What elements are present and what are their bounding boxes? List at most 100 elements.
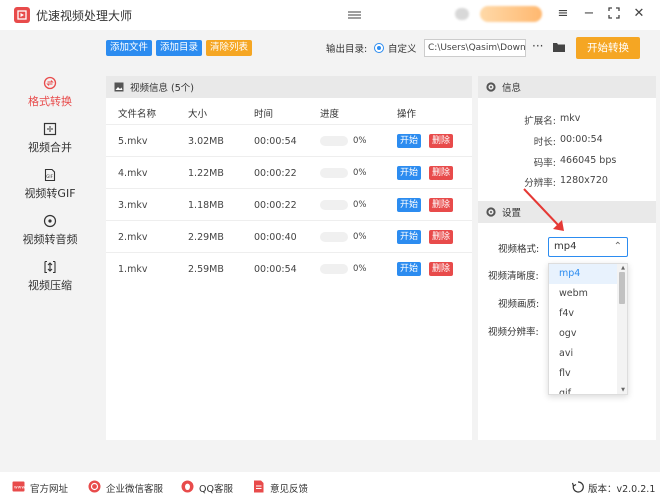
add-file-button[interactable]: 添加文件: [106, 40, 153, 56]
scroll-up-icon[interactable]: ▲: [621, 265, 625, 271]
table-header: 文件名称 大小 时间 进度 操作: [106, 98, 472, 124]
row-start-button[interactable]: 开始: [397, 166, 422, 180]
sidebar-item-label: 视频转GIF: [24, 187, 76, 200]
title-bar: 优速视频处理大师 ≡ − ✕: [0, 0, 660, 30]
table-row: 3.mkv 1.18MB 00:00:22 0% 开始 删除: [106, 188, 472, 220]
table-body: 5.mkv 3.02MB 00:00:54 0% 开始 删除 4.mkv 1.22MB 00:0…: [106, 124, 472, 284]
row-delete-button[interactable]: 删除: [429, 262, 454, 276]
row-delete-button[interactable]: 删除: [429, 134, 454, 148]
image-icon: [114, 82, 124, 92]
file-duration: 00:00:54: [254, 264, 297, 275]
close-icon[interactable]: ✕: [632, 7, 646, 21]
file-name: 1.mkv: [118, 264, 148, 275]
format-option-f4v[interactable]: f4v: [549, 304, 617, 324]
dropdown-scrollbar[interactable]: ▲ ▼: [617, 264, 627, 394]
row-delete-button[interactable]: 删除: [429, 166, 454, 180]
maximize-icon[interactable]: [607, 7, 621, 21]
sidebar-item-merge[interactable]: 视频合并: [0, 122, 100, 162]
app-title: 优速视频处理大师: [36, 8, 133, 23]
file-size: 2.29MB: [188, 232, 224, 243]
folder-icon[interactable]: [552, 41, 566, 53]
start-convert-button[interactable]: 开始转换: [576, 37, 640, 59]
file-size: 1.18MB: [188, 200, 224, 211]
format-option-webm[interactable]: webm: [549, 284, 617, 304]
transfer-icon[interactable]: [345, 8, 365, 22]
sidebar: 格式转换 视频合并 GIF 视频转GIF 视频转音频 视频压缩: [0, 72, 100, 448]
gear-icon: [486, 207, 496, 217]
row-start-button[interactable]: 开始: [397, 198, 422, 212]
format-option-gif[interactable]: gif: [549, 384, 617, 394]
row-delete-button[interactable]: 删除: [429, 230, 454, 244]
format-select[interactable]: mp4 ⌃: [548, 237, 628, 257]
format-label: 视频格式:: [498, 244, 540, 255]
minimize-icon[interactable]: −: [582, 7, 596, 21]
file-duration: 00:00:54: [254, 136, 297, 147]
row-start-button[interactable]: 开始: [397, 262, 422, 276]
vip-badge[interactable]: [480, 6, 542, 22]
sidebar-item-label: 视频转音频: [22, 233, 78, 246]
sidebar-item-audio[interactable]: 视频转音频: [0, 214, 100, 254]
row-start-button[interactable]: 开始: [397, 134, 422, 148]
sidebar-item-gif[interactable]: GIF 视频转GIF: [0, 168, 100, 208]
clear-list-button[interactable]: 清除列表: [206, 40, 253, 56]
output-path-field[interactable]: C:\Users\Qasim\Downl: [424, 39, 526, 57]
sidebar-item-label: 视频压缩: [28, 279, 72, 292]
info-header: 信息: [478, 76, 656, 98]
scroll-down-icon[interactable]: ▼: [621, 387, 625, 393]
settings-title: 设置: [502, 208, 522, 219]
format-option-mp4[interactable]: mp4: [549, 264, 617, 284]
browse-more-button[interactable]: ···: [532, 39, 543, 53]
feedback-icon: [254, 480, 264, 493]
file-name: 2.mkv: [118, 232, 148, 243]
row-delete-button[interactable]: 删除: [429, 198, 454, 212]
toolbar: 添加文件 添加目录 清除列表 输出目录: 自定义 C:\Users\Qasim\…: [100, 36, 660, 60]
info-title: 信息: [502, 83, 522, 94]
row-start-button[interactable]: 开始: [397, 230, 422, 244]
svg-text:www: www: [14, 486, 25, 491]
output-dir-label: 输出目录:: [326, 44, 368, 55]
progress-bar: [320, 168, 348, 178]
col-progress: 进度: [320, 109, 340, 120]
progress-bar: [320, 264, 348, 274]
menu-icon[interactable]: ≡: [556, 7, 570, 21]
file-size: 2.59MB: [188, 264, 224, 275]
sidebar-item-compress[interactable]: 视频压缩: [0, 260, 100, 300]
video-list-header: 视频信息 (5个): [106, 76, 472, 98]
web-icon: www: [12, 481, 25, 492]
file-name: 4.mkv: [118, 168, 148, 179]
video-list-panel: 视频信息 (5个) 文件名称 大小 时间 进度 操作 5.mkv 3.02MB 00…: [106, 76, 472, 440]
custom-output-radio[interactable]: [374, 43, 384, 53]
table-row: 1.mkv 2.59MB 00:00:54 0% 开始 删除: [106, 252, 472, 284]
app-logo-icon: [14, 7, 30, 23]
file-name: 5.mkv: [118, 136, 148, 147]
progress-percent: 0%: [353, 200, 367, 210]
progress-bar: [320, 200, 348, 210]
custom-output-label[interactable]: 自定义: [388, 41, 417, 55]
settings-header: 设置: [478, 201, 656, 223]
video-list-title: 视频信息 (5个): [130, 83, 194, 94]
format-dropdown[interactable]: mp4 webm f4v ogv avi flv gif ▲ ▼: [548, 263, 628, 395]
sidebar-item-label: 格式转换: [28, 95, 72, 108]
format-option-avi[interactable]: avi: [549, 344, 617, 364]
footer: www 官方网址 企业微信客服 QQ客服 意见反馈 版本：v2.0.2.1: [0, 472, 660, 502]
add-folder-button[interactable]: 添加目录: [156, 40, 203, 56]
col-ops: 操作: [397, 109, 417, 120]
file-duration: 00:00:22: [254, 200, 297, 211]
table-row: 2.mkv 2.29MB 00:00:40 0% 开始 删除: [106, 220, 472, 252]
scroll-thumb[interactable]: [619, 272, 625, 304]
gear-icon: [486, 82, 496, 92]
format-convert-icon: [43, 76, 57, 90]
format-option-flv[interactable]: flv: [549, 364, 617, 384]
update-icon[interactable]: [572, 481, 584, 493]
qq-icon: [181, 480, 194, 493]
info-panel: 信息 扩展名: mkv 时长: 00:00:54 码率: 466045 bps …: [478, 76, 656, 440]
file-name: 3.mkv: [118, 200, 148, 211]
format-option-ogv[interactable]: ogv: [549, 324, 617, 344]
file-duration: 00:00:22: [254, 168, 297, 179]
col-time: 时间: [254, 109, 274, 120]
progress-percent: 0%: [353, 264, 367, 274]
user-avatar[interactable]: [455, 8, 469, 20]
table-row: 5.mkv 3.02MB 00:00:54 0% 开始 删除: [106, 124, 472, 156]
file-duration: 00:00:40: [254, 232, 297, 243]
sidebar-item-format-convert[interactable]: 格式转换: [0, 76, 100, 116]
